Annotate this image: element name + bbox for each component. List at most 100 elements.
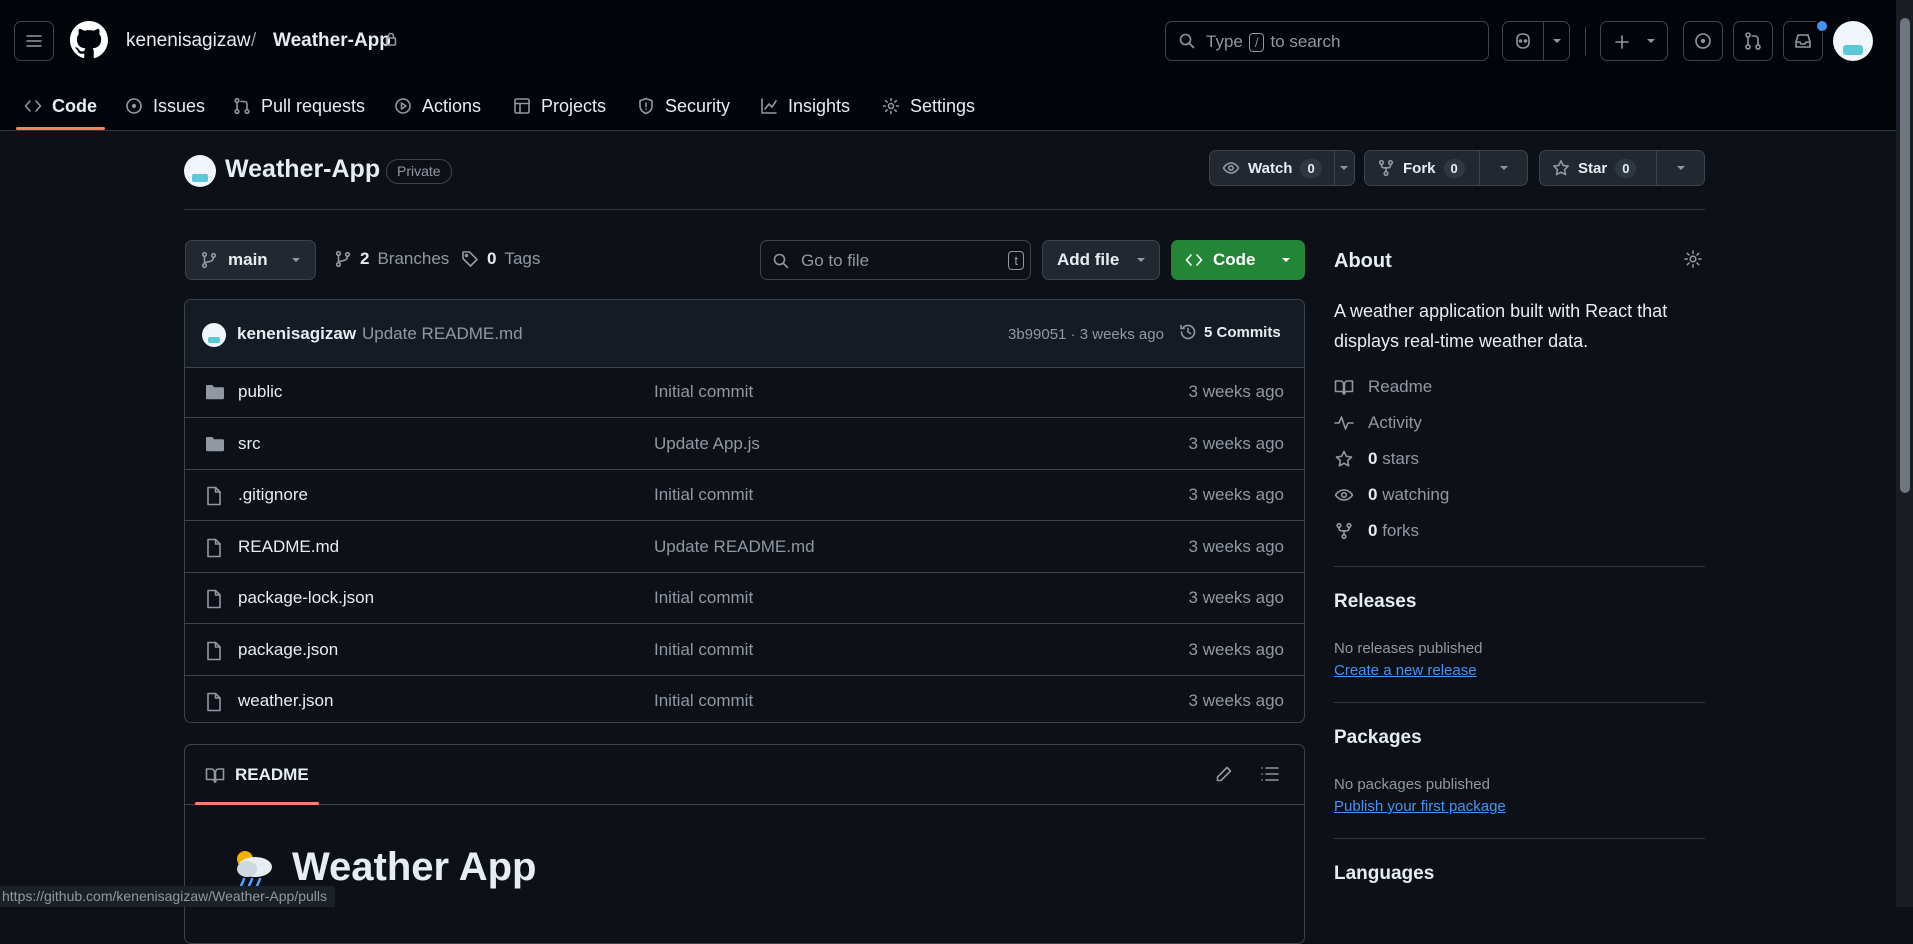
list-icon[interactable] (1260, 765, 1280, 783)
tab-actions[interactable]: Actions (394, 82, 481, 130)
file-row[interactable]: src Update App.js 3 weeks ago (185, 419, 1304, 470)
watch-dropdown[interactable] (1335, 164, 1354, 172)
file-commit-time: 3 weeks ago (1188, 433, 1284, 453)
tags-link[interactable]: 0 Tags (461, 249, 540, 269)
fork-button-group: Fork 0 (1364, 150, 1528, 186)
tab-label: Insights (788, 95, 851, 116)
file-name[interactable]: weather.json (238, 691, 333, 711)
branch-name: main (228, 250, 268, 269)
commit-author[interactable]: kenenisagizaw (237, 324, 356, 344)
eye-icon (1222, 162, 1240, 174)
user-avatar[interactable] (1833, 21, 1873, 61)
file-commit-message[interactable]: Update App.js (654, 434, 760, 454)
commit-author-avatar[interactable] (202, 323, 226, 347)
fork-dropdown[interactable] (1480, 164, 1527, 172)
scrollbar-thumb[interactable] (1900, 18, 1910, 493)
search-input[interactable]: Type / to search (1165, 21, 1489, 61)
breadcrumb-repo[interactable]: Weather-App (273, 30, 391, 52)
file-name[interactable]: public (238, 382, 282, 402)
create-new-button[interactable] (1600, 21, 1668, 61)
star-dropdown[interactable] (1657, 164, 1704, 172)
repo-title[interactable]: Weather-App (225, 155, 380, 184)
tab-issues[interactable]: Issues (125, 82, 205, 130)
about-description: A weather application built with React t… (1334, 301, 1668, 351)
readme-tab[interactable]: README (195, 745, 319, 805)
file-commit-message[interactable]: Update README.md (654, 537, 815, 557)
activity-link[interactable]: Activity (1334, 413, 1422, 433)
commit-message[interactable]: Update README.md (362, 324, 523, 344)
watch-button[interactable]: Watch 0 (1210, 151, 1335, 185)
tab-security[interactable]: Security (637, 82, 730, 130)
code-dropdown-button[interactable]: Code (1171, 240, 1305, 280)
hamburger-icon (26, 35, 42, 47)
file-commit-message[interactable]: Initial commit (654, 588, 753, 608)
tab-label: Code (52, 95, 97, 116)
pull-requests-shortcut-button[interactable] (1733, 21, 1773, 61)
file-row[interactable]: README.md Update README.md 3 weeks ago (185, 522, 1304, 573)
forks-link[interactable]: 0 forks (1334, 521, 1419, 541)
go-to-file-input[interactable]: Go to file t (760, 240, 1031, 280)
issue-icon (126, 98, 142, 114)
repo-owner-avatar[interactable] (184, 155, 216, 187)
file-name[interactable]: .gitignore (238, 485, 308, 505)
watching-link[interactable]: 0 watching (1334, 485, 1449, 505)
watch-label: Watch (1248, 159, 1293, 177)
copilot-icon[interactable] (1513, 32, 1533, 50)
file-commit-time: 3 weeks ago (1188, 691, 1284, 710)
file-row[interactable]: public Initial commit 3 weeks ago (185, 367, 1304, 418)
watching-count: 0 (1368, 485, 1378, 504)
inbox-icon (1795, 34, 1811, 48)
watch-button-group: Watch 0 (1209, 150, 1355, 186)
forks-count: 0 (1368, 521, 1378, 540)
file-name[interactable]: package-lock.json (238, 588, 374, 608)
file-commit-time: 3 weeks ago (1188, 485, 1284, 504)
file-name[interactable]: src (238, 434, 261, 454)
create-release-link[interactable]: Create a new release (1334, 662, 1477, 679)
tab-insights[interactable]: Insights (760, 82, 850, 130)
chevron-down-icon[interactable] (1551, 37, 1563, 45)
tags-count: 0 (487, 249, 497, 268)
folder-icon (206, 385, 224, 400)
fork-button[interactable]: Fork 0 (1365, 151, 1481, 185)
file-row[interactable]: package.json Initial commit 3 weeks ago (185, 625, 1304, 676)
file-row[interactable]: .gitignore Initial commit 3 weeks ago (185, 470, 1304, 521)
plus-icon (1615, 35, 1629, 49)
issues-shortcut-button[interactable] (1683, 21, 1723, 61)
code-icon (1185, 254, 1203, 266)
packages-heading[interactable]: Packages (1334, 727, 1422, 749)
readme-link[interactable]: Readme (1334, 377, 1432, 397)
tab-code[interactable]: Code (16, 82, 105, 130)
commit-hash-time[interactable]: 3b99051 · 3 weeks ago (1008, 326, 1164, 343)
stars-link[interactable]: 0 stars (1334, 449, 1419, 469)
publish-package-link[interactable]: Publish your first package (1334, 798, 1506, 815)
star-button[interactable]: Star 0 (1540, 151, 1658, 185)
add-file-button[interactable]: Add file (1042, 240, 1160, 280)
file-commit-message[interactable]: Initial commit (654, 640, 753, 660)
file-commit-message[interactable]: Initial commit (654, 691, 753, 711)
search-icon (1179, 33, 1195, 49)
releases-heading[interactable]: Releases (1334, 591, 1416, 613)
stars-label: stars (1382, 449, 1420, 468)
tab-projects[interactable]: Projects (513, 82, 606, 130)
tab-settings[interactable]: Settings (882, 82, 975, 130)
branch-icon (335, 250, 351, 268)
file-name[interactable]: README.md (238, 537, 339, 557)
file-commit-message[interactable]: Initial commit (654, 382, 753, 402)
commits-link[interactable]: 5 Commits (1179, 323, 1281, 341)
github-logo-icon[interactable] (70, 21, 108, 59)
pencil-icon[interactable] (1215, 765, 1233, 783)
branch-selector[interactable]: main (185, 240, 316, 280)
pull-request-icon (234, 97, 250, 115)
file-icon (207, 589, 221, 609)
breadcrumb-owner[interactable]: kenenisagizaw (126, 30, 251, 52)
file-name[interactable]: package.json (238, 640, 338, 660)
file-commit-message[interactable]: Initial commit (654, 485, 753, 505)
file-row[interactable]: package-lock.json Initial commit 3 weeks a… (185, 573, 1304, 624)
shield-icon (639, 97, 653, 115)
gear-icon[interactable] (1683, 249, 1703, 269)
file-row[interactable]: weather.json Initial commit 3 weeks ago (185, 676, 1304, 722)
lock-icon (385, 32, 397, 46)
tab-pull-requests[interactable]: Pull requests (233, 82, 365, 130)
menu-button[interactable] (14, 21, 54, 61)
branches-link[interactable]: 2 Branches (334, 249, 449, 269)
